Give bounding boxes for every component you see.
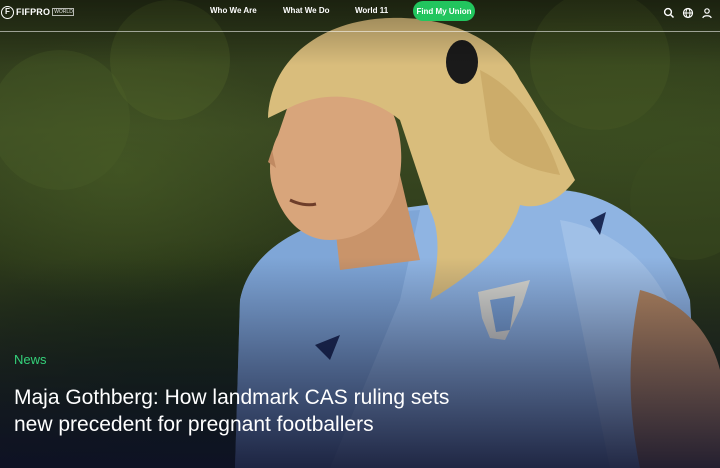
site-header: F FIFPRO WORLD PLAYERS UNION Who We Are … <box>0 0 720 32</box>
user-icon[interactable] <box>701 6 713 19</box>
nav-item-world-11[interactable]: World 11 <box>355 6 388 15</box>
nav-item-who-we-are[interactable]: Who We Are <box>210 6 257 15</box>
article-headline[interactable]: Maja Gothberg: How landmark CAS ruling s… <box>14 384 484 438</box>
find-my-union-button[interactable]: Find My Union <box>413 1 475 21</box>
article-category[interactable]: News <box>14 352 614 368</box>
nav-item-what-we-do[interactable]: What We Do <box>283 6 330 15</box>
main-nav: Who We Are What We Do World 11 <box>0 6 720 18</box>
find-my-union-label: Find My Union <box>416 6 472 16</box>
globe-icon[interactable] <box>682 6 694 19</box>
search-icon[interactable] <box>663 6 675 19</box>
featured-article[interactable]: News Maja Gothberg: How landmark CAS rul… <box>14 352 614 438</box>
